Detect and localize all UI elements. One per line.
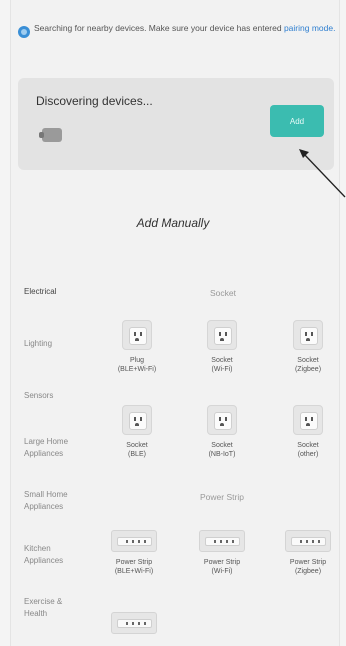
category-kitchen-appliances[interactable]: Kitchen Appliances: [24, 543, 79, 567]
notice-text: Searching for nearby devices. Make sure …: [34, 23, 336, 33]
power-strip-icon: [285, 530, 331, 552]
discovery-title: Discovering devices...: [36, 94, 153, 108]
annotation-arrow-icon: [299, 149, 346, 198]
device-tile[interactable]: Socket (NB-IoT): [192, 405, 252, 459]
category-exercise-health[interactable]: Exercise & Health: [24, 596, 79, 620]
device-tile[interactable]: Plug (BLE+Wi-Fi): [107, 320, 167, 374]
category-large-home-appliances[interactable]: Large Home Appliances: [24, 436, 82, 460]
category-lighting[interactable]: Lighting: [24, 338, 84, 350]
category-electrical[interactable]: Electrical: [24, 286, 84, 298]
power-strip-icon: [111, 612, 157, 634]
add-button[interactable]: Add: [270, 105, 324, 137]
device-tile[interactable]: Socket (Wi-Fi): [192, 320, 252, 374]
discovered-device-icon: [39, 128, 62, 142]
socket-icon: [122, 405, 152, 435]
power-strip-tile[interactable]: Power Strip (Wi-Fi): [187, 530, 257, 576]
category-small-home-appliances[interactable]: Small Home Appliances: [24, 489, 82, 513]
power-strip-tile[interactable]: Power Strip (BLE+Wi-Fi): [99, 530, 169, 576]
socket-icon: [207, 320, 237, 350]
bluetooth-scan-icon: [18, 26, 30, 38]
socket-icon: [122, 320, 152, 350]
section-title-power-strip: Power Strip: [200, 492, 244, 502]
power-strip-tile[interactable]: [99, 612, 169, 634]
power-strip-icon: [111, 530, 157, 552]
category-sensors[interactable]: Sensors: [24, 390, 84, 402]
socket-icon: [207, 405, 237, 435]
power-strip-icon: [199, 530, 245, 552]
socket-icon: [293, 320, 323, 350]
socket-icon: [293, 405, 323, 435]
device-tile[interactable]: Socket (BLE): [107, 405, 167, 459]
search-notice: Searching for nearby devices. Make sure …: [8, 20, 338, 38]
device-tile[interactable]: Socket (Zigbee): [278, 320, 338, 374]
power-strip-tile[interactable]: Power Strip (Zigbee): [273, 530, 343, 576]
section-title-socket: Socket: [210, 288, 236, 298]
discovery-card: Discovering devices... Add: [18, 78, 334, 170]
pairing-mode-link[interactable]: pairing mode.: [284, 23, 336, 33]
device-tile[interactable]: Socket (other): [278, 405, 338, 459]
add-manually-title: Add Manually: [136, 216, 210, 230]
